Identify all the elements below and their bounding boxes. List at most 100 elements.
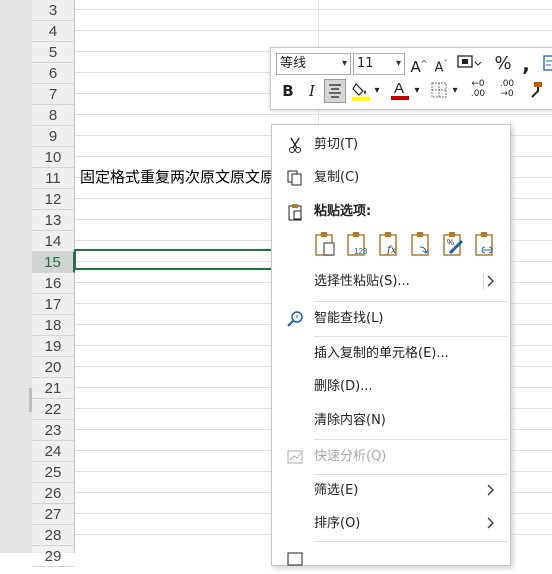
chevron-down-icon[interactable]: ▾ xyxy=(412,80,422,102)
row-number-9[interactable]: 9 xyxy=(32,126,74,147)
menu-separator xyxy=(314,439,508,440)
row-number-12[interactable]: 12 xyxy=(32,189,74,210)
chevron-down-icon[interactable]: ▾ xyxy=(372,80,382,102)
row-number-22[interactable]: 22 xyxy=(32,399,74,420)
row-number-24[interactable]: 24 xyxy=(32,441,74,462)
paste-options-header: 粘贴选项: xyxy=(272,196,508,227)
decrease-font-size-icon[interactable]: Aˇ xyxy=(431,53,451,75)
comma-style-icon[interactable]: , xyxy=(519,53,533,75)
menu-item-partial[interactable] xyxy=(272,543,508,574)
menu-item-label: 选择性粘贴(S)... xyxy=(314,274,410,289)
menu-item-label: 复制(C) xyxy=(314,170,360,185)
row-number-17[interactable]: 17 xyxy=(32,294,74,315)
smart-lookup-icon xyxy=(287,311,303,327)
row-number-29[interactable]: 29 xyxy=(32,546,74,567)
italic-icon[interactable]: I xyxy=(303,80,321,102)
paste-icon[interactable] xyxy=(314,231,338,257)
menu-item-clear-contents[interactable]: 清除内容(N) xyxy=(272,405,508,436)
row-number-4[interactable]: 4 xyxy=(32,21,74,42)
decrease-decimal-icon[interactable]: .00 →0 xyxy=(495,79,519,101)
menu-item-smart-lookup[interactable]: 智能查找(L) xyxy=(272,303,508,334)
paste-link-icon[interactable] xyxy=(474,231,498,257)
row-number-7[interactable]: 7 xyxy=(32,84,74,105)
bold-icon[interactable]: B xyxy=(279,80,297,102)
cell-text[interactable]: 固定格式重复两次原文原文原文 xyxy=(80,167,290,188)
align-center-icon[interactable] xyxy=(324,79,346,103)
row-number-23[interactable]: 23 xyxy=(32,420,74,441)
row-number-20[interactable]: 20 xyxy=(32,357,74,378)
row-divider xyxy=(32,566,74,567)
menu-item-cut[interactable]: 剪切(T) xyxy=(272,129,508,160)
paste-formulas-icon[interactable]: fx xyxy=(378,231,402,257)
svg-text:A: A xyxy=(394,80,404,97)
chevron-down-icon[interactable]: ▾ xyxy=(396,54,401,74)
row-number-26[interactable]: 26 xyxy=(32,483,74,504)
menu-item-copy[interactable]: 复制(C) xyxy=(272,162,508,193)
format-painter-icon[interactable] xyxy=(525,80,545,102)
chevron-right-icon xyxy=(487,517,494,529)
sheet-left-gutter xyxy=(0,0,32,553)
quick-analysis-icon xyxy=(287,450,303,464)
menu-item-quick-analysis: 快速分析(Q) xyxy=(272,441,508,472)
menu-separator xyxy=(314,301,508,302)
font-name-combo[interactable]: 等线 ▾ xyxy=(276,53,351,75)
menu-item-label: 排序(O) xyxy=(314,516,361,531)
menu-item-insert-copied-cells[interactable]: 插入复制的单元格(E)... xyxy=(272,338,508,369)
row-number-8[interactable]: 8 xyxy=(32,105,74,126)
menu-separator xyxy=(314,336,508,337)
chevron-down-icon[interactable]: ▾ xyxy=(450,80,460,102)
context-menu: 剪切(T) 复制(C) 粘贴选项: 123 fx % 选择性粘贴(S)... 智… xyxy=(271,124,511,566)
menu-item-label: 智能查找(L) xyxy=(314,311,384,326)
menu-item-paste-special[interactable]: 选择性粘贴(S)... xyxy=(272,266,508,297)
paste-transpose-icon[interactable] xyxy=(410,231,434,257)
paste-values-icon[interactable]: 123 xyxy=(346,231,370,257)
svg-text:%: % xyxy=(447,238,454,247)
font-name-value: 等线 xyxy=(280,56,307,71)
row-number-5[interactable]: 5 xyxy=(32,42,74,63)
menu-item-delete[interactable]: 删除(D)... xyxy=(272,371,508,402)
increase-font-size-icon[interactable]: A^ xyxy=(409,53,429,76)
active-cell-selection[interactable] xyxy=(74,249,274,270)
font-size-value: 11 xyxy=(357,56,374,71)
menu-item-label: 筛选(E) xyxy=(314,483,359,498)
row-number-14[interactable]: 14 xyxy=(32,231,74,252)
font-size-combo[interactable]: 11 ▾ xyxy=(353,53,405,75)
accounting-format-icon[interactable] xyxy=(455,53,483,75)
borders-icon[interactable] xyxy=(429,80,449,102)
menu-item-label: 清除内容(N) xyxy=(314,413,386,428)
font-color-icon[interactable]: A xyxy=(389,78,411,100)
row-number-11[interactable]: 11 xyxy=(32,168,74,189)
row-number-18[interactable]: 18 xyxy=(32,315,74,336)
percent-style-icon[interactable]: % xyxy=(493,53,513,75)
menu-item-sort[interactable]: 排序(O) xyxy=(272,508,508,539)
chevron-right-icon[interactable] xyxy=(482,273,498,289)
svg-text:fx: fx xyxy=(386,245,397,256)
row-number-19[interactable]: 19 xyxy=(32,336,74,357)
paste-formatting-icon[interactable]: % xyxy=(442,231,466,257)
menu-item-label: 剪切(T) xyxy=(314,137,359,152)
menu-item-label: 粘贴选项: xyxy=(314,204,372,219)
menu-item-label: 快速分析(Q) xyxy=(314,449,387,464)
row-number-21[interactable]: 21 xyxy=(32,378,74,399)
menu-item-label: 插入复制的单元格(E)... xyxy=(314,346,449,361)
wrap-text-icon[interactable] xyxy=(541,53,552,75)
row-number-3[interactable]: 3 xyxy=(32,0,74,21)
mini-toolbar: 等线 ▾ 11 ▾ A^ Aˇ % , B I ▾ A ▾ ▾ ←0.00 .0… xyxy=(270,47,552,110)
fill-color-icon[interactable] xyxy=(351,80,371,102)
row-number-13[interactable]: 13 xyxy=(32,210,74,231)
row-number-10[interactable]: 10 xyxy=(32,147,74,168)
row-number-16[interactable]: 16 xyxy=(32,273,74,294)
row-number-6[interactable]: 6 xyxy=(32,63,74,84)
row-number-15[interactable]: 15 xyxy=(32,252,75,273)
menu-separator xyxy=(314,541,508,542)
menu-item-label: 删除(D)... xyxy=(314,379,373,394)
menu-item-filter[interactable]: 筛选(E) xyxy=(272,475,508,506)
row-number-25[interactable]: 25 xyxy=(32,462,74,483)
row-number-28[interactable]: 28 xyxy=(32,525,74,546)
increase-decimal-icon[interactable]: ←0.00 xyxy=(466,79,490,101)
scissors-icon xyxy=(289,137,301,153)
row-number-27[interactable]: 27 xyxy=(32,504,74,525)
copy-icon xyxy=(287,170,302,186)
chevron-right-icon xyxy=(487,484,494,496)
chevron-down-icon[interactable]: ▾ xyxy=(342,54,347,74)
